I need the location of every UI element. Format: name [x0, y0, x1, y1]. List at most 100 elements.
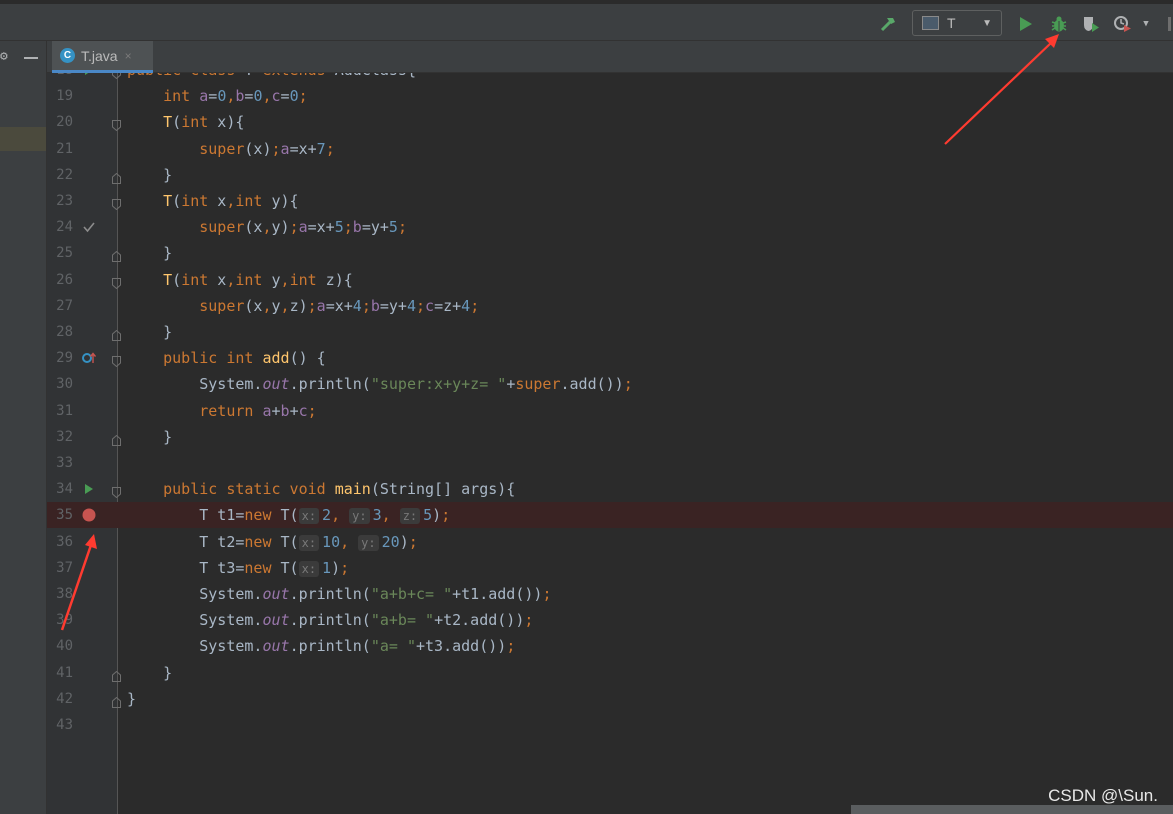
line-number: 28	[56, 324, 73, 340]
fold-marker-icon[interactable]	[112, 274, 121, 289]
line-number: 25	[56, 245, 73, 262]
fold-marker-icon[interactable]	[112, 247, 121, 263]
code-line[interactable]: 25 }	[47, 240, 1173, 266]
line-number: 42	[56, 690, 73, 707]
code-line[interactable]: 41 }	[47, 660, 1173, 686]
config-icon	[922, 16, 939, 30]
code-line[interactable]: 36 T t2=new T(x: 10, y: 20);	[47, 529, 1173, 555]
code-line[interactable]: 37 T t3=new T(x: 1);	[47, 555, 1173, 581]
code-text[interactable]: }	[127, 162, 172, 188]
code-text[interactable]: T(int x,int y){	[127, 188, 298, 214]
line-number: 37	[56, 559, 73, 576]
selected-project-item[interactable]	[0, 127, 46, 151]
code-text[interactable]: System.out.println("a= "+t3.add());	[127, 633, 515, 659]
profile-icon[interactable]	[1112, 12, 1134, 36]
code-line[interactable]: 22 }	[47, 162, 1173, 188]
chevron-down-icon: ▼	[982, 17, 992, 29]
code-line[interactable]: 31 return a+b+c;	[47, 398, 1173, 424]
code-text[interactable]: T t3=new T(x: 1);	[127, 555, 349, 582]
code-line[interactable]: 21 super(x);a=x+7;	[47, 136, 1173, 162]
code-line[interactable]: 30 System.out.println("super:x+y+z= "+su…	[47, 371, 1173, 397]
code-text[interactable]: super(x,y);a=x+5;b=y+5;	[127, 214, 407, 240]
code-line[interactable]: 24 super(x,y);a=x+5;b=y+5;	[47, 214, 1173, 240]
bug-icon[interactable]	[1048, 12, 1070, 36]
code-line[interactable]: 23 T(int x,int y){	[47, 188, 1173, 214]
code-text[interactable]: T(int x,int y,int z){	[127, 267, 353, 293]
code-line[interactable]: 38 System.out.println("a+b+c= "+t1.add()…	[47, 581, 1173, 607]
close-icon[interactable]: ×	[125, 49, 132, 63]
fold-marker-icon[interactable]	[112, 693, 121, 708]
code-text[interactable]: System.out.println("a+b+c= "+t1.add());	[127, 581, 551, 607]
fold-marker-icon[interactable]	[112, 73, 121, 80]
line-number: 18	[47, 73, 73, 83]
code-line[interactable]: 32 }	[47, 424, 1173, 450]
code-text[interactable]: System.out.println("super:x+y+z= "+super…	[127, 371, 633, 397]
code-text[interactable]: T t2=new T(x: 10, y: 20);	[127, 529, 418, 556]
override-icon[interactable]	[81, 345, 97, 371]
check-icon[interactable]	[81, 214, 97, 240]
gear-icon[interactable]: ⚙	[0, 49, 10, 65]
code-line[interactable]: 34 public static void main(String[] args…	[47, 476, 1173, 502]
run-icon[interactable]	[81, 73, 97, 83]
watermark: CSDN @\Sun.	[1048, 786, 1158, 805]
code-line[interactable]: 35 T t1=new T(x: 2, y: 3, z: 5);	[47, 502, 1173, 529]
run-config-select[interactable]: T ▼	[912, 10, 1002, 36]
line-number: 32	[56, 428, 73, 445]
fold-marker-icon[interactable]	[112, 195, 121, 211]
code-line[interactable]: 27 super(x,y,z);a=x+4;b=y+4;c=z+4;	[47, 293, 1173, 319]
code-text[interactable]: public int add() {	[127, 345, 326, 371]
code-line[interactable]: 20 T(int x){	[47, 109, 1173, 135]
code-text[interactable]: T(int x){	[127, 109, 244, 135]
run-icon[interactable]	[81, 476, 97, 502]
code-text[interactable]: }	[127, 686, 136, 712]
play-icon[interactable]	[1017, 12, 1035, 36]
code-text[interactable]: return a+b+c;	[127, 398, 316, 424]
code-line[interactable]: 19 int a=0,b=0,c=0;	[47, 83, 1173, 109]
code-line[interactable]: 28 }	[47, 319, 1173, 345]
code-text[interactable]: }	[127, 240, 172, 266]
code-text[interactable]: }	[127, 660, 172, 686]
code-text[interactable]: System.out.println("a+b= "+t2.add());	[127, 607, 533, 633]
code-line[interactable]: 33	[47, 450, 1173, 476]
code-line[interactable]: 43	[47, 712, 1173, 738]
code-line[interactable]: 18 public class T extends AddClass{	[47, 73, 1173, 83]
fold-marker-icon[interactable]	[112, 431, 121, 446]
code-text[interactable]: }	[127, 424, 172, 450]
minimize-icon[interactable]	[24, 57, 38, 59]
coverage-icon[interactable]	[1080, 12, 1102, 36]
fold-marker-icon[interactable]	[112, 326, 121, 341]
code-editor[interactable]: 18 public class T extends AddClass{19 int…	[47, 73, 1173, 814]
code-text[interactable]: public class T extends AddClass{	[127, 73, 416, 83]
line-number: 36	[56, 533, 73, 550]
fold-marker-icon[interactable]	[112, 169, 121, 184]
chevron-down-icon[interactable]: ▼	[1139, 12, 1153, 36]
tab-t-java[interactable]: C T.java ×	[52, 41, 153, 73]
code-line[interactable]: 39 System.out.println("a+b= "+t2.add());	[47, 607, 1173, 633]
fold-marker-icon[interactable]	[112, 667, 121, 682]
code-text[interactable]: super(x);a=x+7;	[127, 136, 334, 162]
code-line[interactable]: 29 public int add() {	[47, 345, 1173, 371]
code-line[interactable]: 40 System.out.println("a= "+t3.add());	[47, 633, 1173, 659]
code-line[interactable]: 26 T(int x,int y,int z){	[47, 267, 1173, 293]
hammer-icon[interactable]	[877, 12, 899, 36]
code-text[interactable]: int a=0,b=0,c=0;	[127, 83, 308, 109]
code-line[interactable]: 42}	[47, 686, 1173, 712]
line-number: 24	[56, 219, 73, 236]
horizontal-scrollbar[interactable]	[851, 805, 1173, 814]
line-number: 22	[56, 166, 73, 183]
line-number: 35	[56, 507, 73, 524]
breakpoint-icon[interactable]	[81, 502, 97, 528]
java-class-icon: C	[60, 48, 75, 63]
code-text[interactable]: T t1=new T(x: 2, y: 3, z: 5);	[127, 502, 450, 529]
line-number: 23	[56, 193, 73, 209]
more-icon[interactable]	[1166, 12, 1173, 36]
code-text[interactable]: }	[127, 319, 172, 345]
code-text[interactable]: public static void main(String[] args){	[127, 476, 515, 502]
fold-marker-icon[interactable]	[112, 116, 121, 132]
line-number: 39	[56, 612, 73, 629]
line-number: 27	[56, 297, 73, 314]
code-text[interactable]: super(x,y,z);a=x+4;b=y+4;c=z+4;	[127, 293, 479, 319]
fold-marker-icon[interactable]	[112, 352, 121, 368]
project-panel-strip: ⚙	[0, 41, 47, 814]
fold-marker-icon[interactable]	[112, 483, 121, 499]
